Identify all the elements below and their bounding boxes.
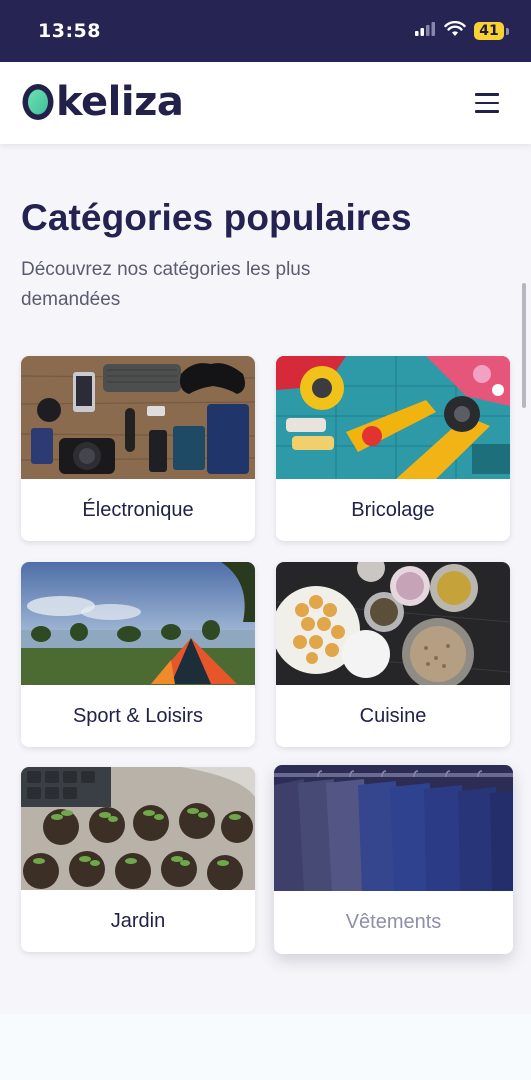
- category-label: Électronique: [82, 498, 194, 521]
- seedlings-image: [21, 767, 255, 890]
- kitchen-ingredients-image: [276, 562, 510, 685]
- sewing-tools-image: [276, 356, 510, 479]
- category-label: Bricolage: [351, 498, 435, 521]
- camping-tent-image: [21, 562, 255, 685]
- signal-icon: [414, 21, 436, 42]
- status-bar: 13:58 41: [0, 0, 531, 62]
- clothing-rack-image: [274, 765, 513, 891]
- logo-text: keliza: [56, 79, 184, 125]
- page-title: Catégories populaires: [21, 197, 412, 238]
- hamburger-menu-button[interactable]: [472, 90, 502, 116]
- battery-icon: 41: [474, 22, 509, 40]
- category-card-bricolage[interactable]: Bricolage: [276, 356, 510, 541]
- logo-o-icon: [22, 84, 54, 120]
- category-label: Cuisine: [359, 704, 427, 727]
- hover-overlay: [274, 765, 513, 891]
- footer-section: [0, 1014, 531, 1080]
- electronics-image: [21, 356, 255, 479]
- scrollbar[interactable]: [522, 283, 526, 408]
- category-card-jardin[interactable]: Jardin: [21, 767, 255, 952]
- category-card-cuisine[interactable]: Cuisine: [276, 562, 510, 747]
- category-label: Vêtements: [345, 911, 442, 933]
- status-time: 13:58: [38, 20, 101, 42]
- category-card-sport-loisirs[interactable]: Sport & Loisirs: [21, 562, 255, 747]
- wifi-icon: [444, 20, 466, 42]
- category-card-vetements[interactable]: Vêtements: [274, 765, 513, 954]
- site-header: keliza: [0, 62, 531, 144]
- category-label: Sport & Loisirs: [72, 704, 204, 727]
- status-icons: 41: [414, 20, 509, 42]
- hamburger-menu-icon: [475, 93, 499, 96]
- category-card-electronique[interactable]: Électronique: [21, 356, 255, 541]
- battery-level: 41: [474, 22, 504, 40]
- page-subtitle: Découvrez nos catégories les plus demand…: [21, 259, 311, 310]
- brand-logo[interactable]: keliza: [21, 79, 184, 125]
- category-label: Jardin: [110, 909, 166, 932]
